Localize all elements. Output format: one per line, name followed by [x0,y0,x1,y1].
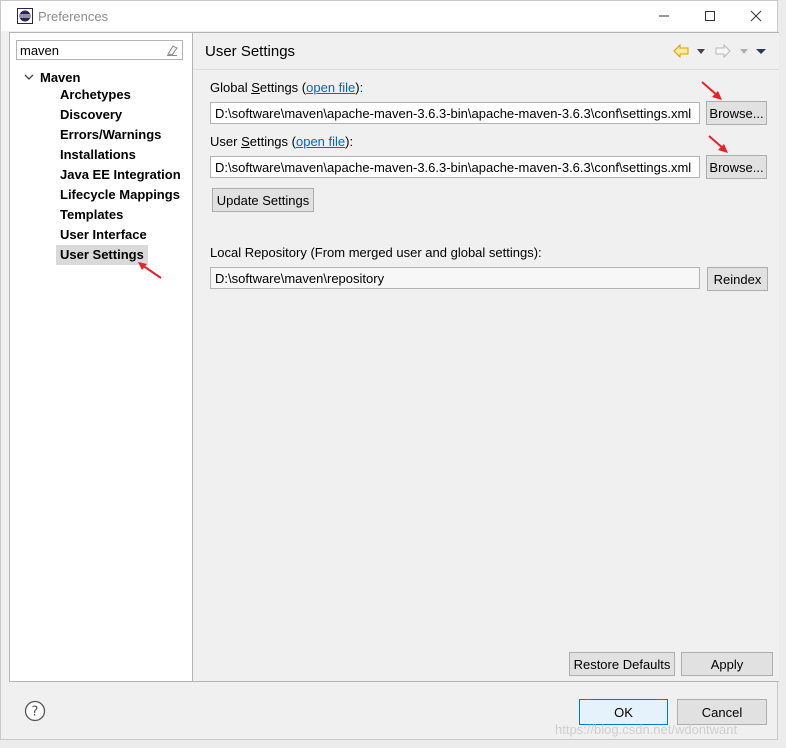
reindex-button[interactable]: Reindex [707,267,768,291]
eclipse-icon [17,8,33,24]
settings-page: User Settings Global Settings (open file… [193,32,779,682]
local-repository-field[interactable] [210,267,700,289]
annotation-arrow-icon [708,135,728,153]
tree-item-label: Maven [40,69,81,85]
window-title: Preferences [38,9,109,24]
user-open-file-link[interactable]: open file [296,134,345,149]
close-icon [750,10,762,22]
maximize-icon [705,11,715,21]
preferences-dialog: Preferences Maven Archetypes Discovery [0,0,779,740]
global-open-file-link[interactable]: open file [306,80,355,95]
title-bar: Preferences [1,1,777,31]
minimize-button[interactable] [641,1,687,31]
filter-input[interactable] [20,43,160,58]
watermark-text: https://blog.csdn.net/wdontwant [555,722,738,737]
svg-text:?: ? [32,705,39,720]
annotation-arrow-icon [701,81,722,100]
chevron-down-icon[interactable] [22,70,36,84]
back-menu-chevron-icon[interactable] [693,43,709,59]
restore-defaults-button[interactable]: Restore Defaults [569,652,675,676]
page-title: User Settings [205,43,296,60]
local-repository-label: Local Repository (From merged user and g… [210,245,542,260]
background-window-edge [778,0,786,748]
preference-tree-panel: Maven Archetypes Discovery Errors/Warnin… [9,32,193,682]
tree-item-maven[interactable]: Maven [22,68,80,86]
annotation-arrow-icon [138,262,162,279]
global-settings-label: Global Settings (open file): [210,80,364,95]
apply-button[interactable]: Apply [681,652,773,676]
minimize-icon [659,15,669,17]
back-arrow-icon[interactable] [673,43,689,59]
tree-item-archetypes[interactable]: Archetypes [56,85,135,105]
tree-item-installations[interactable]: Installations [56,145,140,165]
question-circle-icon[interactable]: ? [24,700,46,722]
maximize-button[interactable] [687,1,733,31]
user-settings-label: User Settings (open file): [210,134,354,149]
forward-menu-chevron-icon[interactable] [736,43,752,59]
tree-item-templates[interactable]: Templates [56,205,127,225]
global-settings-field[interactable] [210,102,700,124]
close-button[interactable] [733,1,779,31]
tree-item-java-ee-integration[interactable]: Java EE Integration [56,165,185,185]
filter-box[interactable] [16,40,183,60]
user-browse-button[interactable]: Browse... [706,155,767,179]
global-browse-button[interactable]: Browse... [706,101,767,125]
tree-item-user-interface[interactable]: User Interface [56,225,151,245]
background-window-edge-bottom [0,740,786,748]
forward-arrow-icon[interactable] [715,43,731,59]
tree-item-discovery[interactable]: Discovery [56,105,126,125]
tree-item-lifecycle-mappings[interactable]: Lifecycle Mappings [56,185,184,205]
tree-item-errors-warnings[interactable]: Errors/Warnings [56,125,165,145]
user-settings-field[interactable] [210,156,700,178]
eraser-icon[interactable] [165,43,179,57]
view-menu-icon[interactable] [753,43,769,59]
header-separator [193,69,779,70]
tree-item-user-settings[interactable]: User Settings [56,245,148,265]
update-settings-button[interactable]: Update Settings [212,188,314,212]
